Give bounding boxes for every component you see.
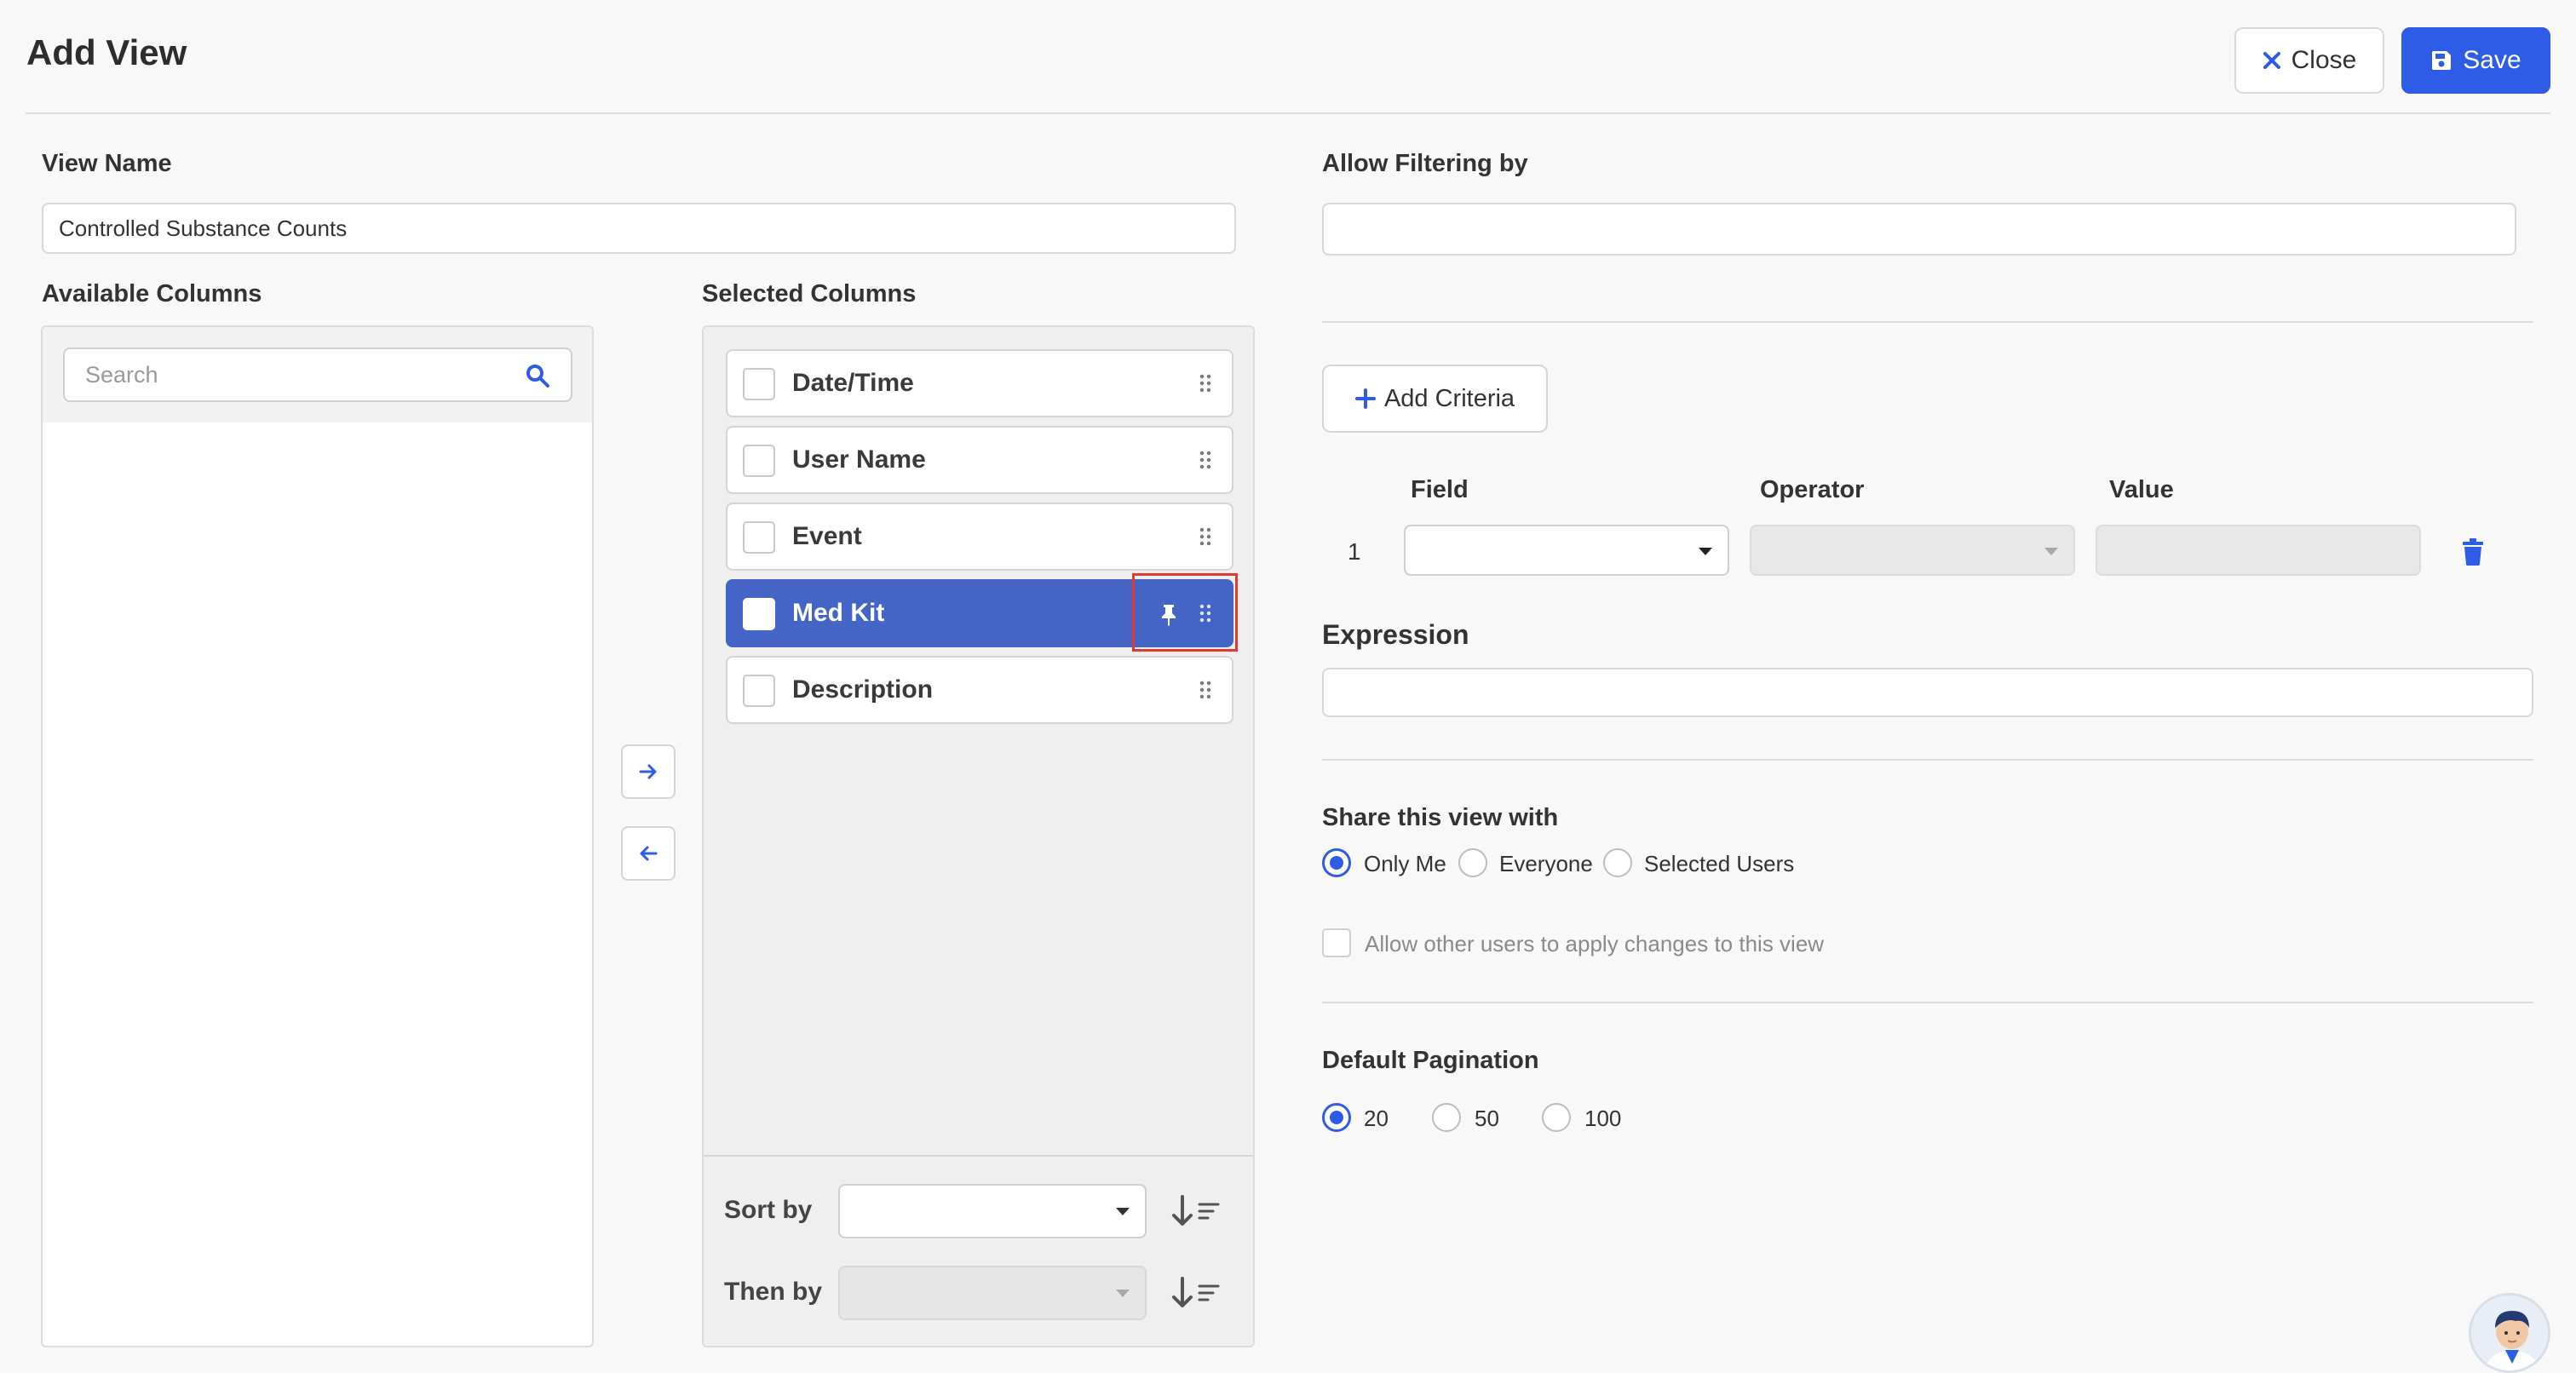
header-divider bbox=[26, 112, 2550, 114]
pagination-radio-50[interactable] bbox=[1432, 1103, 1461, 1132]
sort-icon[interactable] bbox=[1170, 1194, 1225, 1228]
column-label: Event bbox=[792, 522, 862, 550]
column-checkbox[interactable] bbox=[743, 368, 775, 400]
arrow-right-icon bbox=[639, 764, 657, 779]
search-placeholder: Search bbox=[85, 361, 158, 388]
pagination-option-label: 20 bbox=[1364, 1106, 1389, 1131]
share-option-label: Everyone bbox=[1499, 851, 1593, 876]
save-icon bbox=[2432, 51, 2452, 70]
sort-area: Sort by Then by bbox=[704, 1155, 1253, 1346]
then-by-label: Then by bbox=[724, 1278, 823, 1306]
chevron-down-icon bbox=[1116, 1208, 1130, 1215]
drag-handle-icon[interactable] bbox=[1199, 527, 1211, 546]
share-radio-only-me[interactable] bbox=[1322, 848, 1351, 877]
annotation-highlight bbox=[1132, 573, 1238, 652]
avatar[interactable] bbox=[2469, 1293, 2550, 1373]
move-right-button[interactable] bbox=[621, 744, 676, 799]
sort-by-label: Sort by bbox=[724, 1196, 813, 1224]
column-label: Med Kit bbox=[792, 599, 885, 627]
criteria-value-input[interactable] bbox=[2096, 525, 2421, 576]
available-columns-label: Available Columns bbox=[42, 280, 262, 307]
share-option-label: Selected Users bbox=[1644, 851, 1795, 876]
share-option-label: Only Me bbox=[1364, 851, 1446, 876]
column-checkbox[interactable] bbox=[743, 675, 775, 707]
share-radio-everyone[interactable] bbox=[1458, 848, 1487, 877]
view-name-value: Controlled Substance Counts bbox=[59, 215, 348, 241]
divider bbox=[1322, 321, 2533, 323]
drag-handle-icon[interactable] bbox=[1199, 374, 1211, 393]
filtering-label: Allow Filtering by bbox=[1322, 150, 1528, 177]
column-label: User Name bbox=[792, 445, 926, 474]
arrow-left-icon bbox=[640, 846, 658, 861]
search-strip: Search bbox=[43, 327, 592, 422]
assistant-avatar-icon bbox=[2484, 1311, 2540, 1370]
sort-by-select[interactable] bbox=[838, 1184, 1147, 1238]
save-button-label: Save bbox=[2463, 46, 2521, 74]
search-input[interactable]: Search bbox=[63, 348, 572, 402]
view-name-input[interactable]: Controlled Substance Counts bbox=[42, 203, 1236, 254]
column-item-description[interactable]: Description bbox=[726, 656, 1233, 724]
field-header: Field bbox=[1411, 476, 1469, 503]
chevron-down-icon bbox=[2044, 548, 2058, 555]
drag-handle-icon[interactable] bbox=[1199, 451, 1211, 469]
column-checkbox[interactable] bbox=[743, 445, 775, 477]
column-item-event[interactable]: Event bbox=[726, 503, 1233, 571]
search-icon[interactable] bbox=[525, 363, 550, 388]
view-name-label: View Name bbox=[42, 150, 172, 177]
value-header: Value bbox=[2109, 476, 2174, 503]
page-title: Add View bbox=[26, 32, 187, 72]
pagination-option-label: 50 bbox=[1475, 1106, 1499, 1131]
expression-input[interactable] bbox=[1322, 668, 2533, 717]
pagination-radio-20[interactable] bbox=[1322, 1103, 1351, 1132]
share-radio-selected-users[interactable] bbox=[1603, 848, 1632, 877]
trash-icon[interactable] bbox=[2462, 538, 2484, 566]
pagination-label: Default Pagination bbox=[1322, 1047, 1539, 1074]
share-label: Share this view with bbox=[1322, 804, 1559, 831]
close-button-label: Close bbox=[2291, 46, 2357, 74]
criteria-field-select[interactable] bbox=[1404, 525, 1729, 576]
filtering-input[interactable] bbox=[1322, 203, 2516, 256]
column-item-date-time[interactable]: Date/Time bbox=[726, 349, 1233, 417]
close-icon bbox=[2263, 52, 2280, 69]
operator-header: Operator bbox=[1760, 476, 1865, 503]
sort-icon[interactable] bbox=[1170, 1276, 1225, 1310]
add-criteria-label: Add Criteria bbox=[1383, 384, 1515, 412]
column-label: Description bbox=[792, 675, 934, 704]
then-by-select[interactable] bbox=[838, 1266, 1147, 1320]
column-label: Date/Time bbox=[792, 369, 914, 397]
column-checkbox[interactable] bbox=[743, 598, 775, 630]
selected-columns-panel: Date/Time User Name Event Med Kit Descri… bbox=[702, 325, 1255, 1347]
allow-changes-label: Allow other users to apply changes to th… bbox=[1365, 931, 1825, 957]
allow-changes-checkbox[interactable] bbox=[1322, 928, 1351, 957]
divider bbox=[1322, 1002, 2533, 1003]
pagination-option-label: 100 bbox=[1584, 1106, 1622, 1131]
column-checkbox[interactable] bbox=[743, 521, 775, 554]
criteria-operator-select[interactable] bbox=[1750, 525, 2075, 576]
move-left-button[interactable] bbox=[621, 826, 676, 881]
drag-handle-icon[interactable] bbox=[1199, 681, 1211, 699]
criteria-row-number: 1 bbox=[1348, 538, 1361, 565]
plus-icon bbox=[1354, 388, 1376, 409]
selected-columns-label: Selected Columns bbox=[702, 280, 917, 307]
add-criteria-button[interactable]: Add Criteria bbox=[1322, 365, 1548, 433]
divider bbox=[1322, 759, 2533, 761]
pagination-radio-100[interactable] bbox=[1542, 1103, 1571, 1132]
close-button[interactable]: Close bbox=[2234, 27, 2384, 94]
chevron-down-icon bbox=[1116, 1290, 1130, 1297]
available-columns-panel: Search bbox=[41, 325, 594, 1347]
expression-label: Expression bbox=[1322, 619, 1469, 650]
chevron-down-icon bbox=[1699, 548, 1712, 555]
save-button[interactable]: Save bbox=[2401, 27, 2550, 94]
column-item-user-name[interactable]: User Name bbox=[726, 426, 1233, 494]
